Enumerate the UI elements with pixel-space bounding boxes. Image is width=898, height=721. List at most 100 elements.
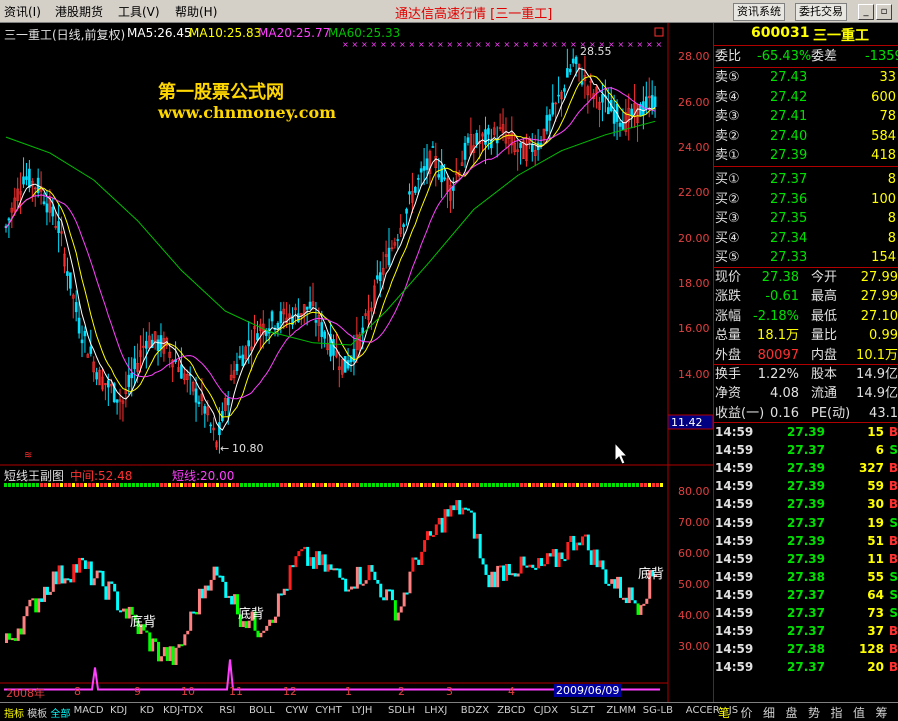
tab-macd[interactable]: MACD xyxy=(74,705,104,716)
buy-volume: 8 xyxy=(887,172,896,187)
panel-tab[interactable]: 值 xyxy=(853,704,865,721)
time-label: 1 xyxy=(345,685,352,698)
buy-row[interactable]: 买④ 27.34 8 xyxy=(713,229,898,248)
oscillator-bar xyxy=(320,554,324,566)
panel-tab[interactable]: 势 xyxy=(808,704,820,721)
tab-指标[interactable]: 指标 xyxy=(4,705,24,720)
tab-cyw[interactable]: CYW xyxy=(285,705,308,716)
tick-direction: S xyxy=(889,569,898,584)
candle-body xyxy=(630,108,633,117)
oscillator-bar xyxy=(121,608,125,612)
buy-row[interactable]: 买② 27.36 100 xyxy=(713,190,898,209)
oscillator-bar xyxy=(578,542,582,546)
trend-dot xyxy=(472,483,475,487)
oscillator-bar xyxy=(309,557,313,566)
panel-tab[interactable]: 笔 xyxy=(718,704,730,721)
signal-marker: × xyxy=(523,40,530,49)
tab-accer[interactable]: ACCER xyxy=(686,705,720,716)
restore-icon[interactable]: ▫ xyxy=(876,4,892,20)
tab-模板[interactable]: 模板 xyxy=(27,705,47,720)
trend-dot xyxy=(516,483,519,487)
candle-body xyxy=(571,58,575,64)
tab-lhxj[interactable]: LHXJ xyxy=(424,705,447,716)
tab-cjdx[interactable]: CJDX xyxy=(534,705,558,716)
candle-body xyxy=(323,331,326,339)
sell-row[interactable]: 卖① 27.39 418 xyxy=(713,146,898,165)
oscillator-bar xyxy=(440,517,444,533)
tab-bdzx[interactable]: BDZX xyxy=(461,705,489,716)
trend-dot xyxy=(252,483,255,487)
tab-sg-lb[interactable]: SG-LB xyxy=(643,705,673,716)
tick-direction: B xyxy=(888,533,898,548)
stat-value: 0.99 xyxy=(869,328,898,344)
stat-row: 现价 27.38 今开 27.99 xyxy=(713,268,898,287)
tab-kd[interactable]: KD xyxy=(140,705,154,716)
tab-cyht[interactable]: CYHT xyxy=(315,705,342,716)
tab-lyjh[interactable]: LYJH xyxy=(352,705,373,716)
sub-y-tick: 60.00 xyxy=(678,547,710,560)
stat-value: -2.18% xyxy=(753,308,799,324)
candle-body xyxy=(343,356,347,373)
tab-zbcd[interactable]: ZBCD xyxy=(497,705,525,716)
chart-area[interactable]: × × × × × × × × × × × × × × × × × × × × × × × × × × × × × × × × × × ≋ 三一重… xyxy=(0,23,713,703)
quote-panel: 600031 三一重工 委比 -65.43% 委差 -1359 卖⑤ 27.43 3… xyxy=(713,23,898,703)
tab-slzt[interactable]: SLZT xyxy=(570,705,595,716)
tab-kdj[interactable]: KDJ xyxy=(110,705,127,716)
sell-row[interactable]: 卖② 27.40 584 xyxy=(713,127,898,146)
trend-dot xyxy=(536,483,539,487)
oscillator-bar xyxy=(34,598,38,613)
panel-tab[interactable]: 盘 xyxy=(786,704,798,721)
oscillator-bar xyxy=(101,570,105,587)
signal-marker: × xyxy=(428,40,435,49)
tab-boll[interactable]: BOLL xyxy=(249,705,275,716)
sell-label: 卖③ xyxy=(715,109,740,125)
oscillator-bar xyxy=(273,616,277,623)
oscillator-bar xyxy=(616,576,620,589)
candle-body xyxy=(238,355,242,359)
candle-body xyxy=(247,340,250,347)
minimize-icon[interactable]: _ xyxy=(858,4,874,20)
oscillator-bar xyxy=(45,586,49,595)
stat-label: 总量 xyxy=(715,328,742,344)
trade-button[interactable]: 委托交易 xyxy=(795,3,847,21)
tab-sdlh[interactable]: SDLH xyxy=(388,705,415,716)
oscillator-bar xyxy=(531,564,535,568)
menu-tools[interactable]: 工具(V) xyxy=(118,3,160,20)
tab-js[interactable]: JS xyxy=(729,705,738,716)
sell-row[interactable]: 卖⑤ 27.43 33 xyxy=(713,68,898,87)
panel-tab[interactable]: 筹 xyxy=(876,704,888,721)
menu-hk-futures[interactable]: 港股期货 xyxy=(55,3,103,20)
candle-body xyxy=(557,94,560,97)
sell-row[interactable]: 卖③ 27.41 78 xyxy=(713,107,898,126)
oscillator-bar xyxy=(168,646,172,662)
buy-row[interactable]: 买⑤ 27.33 154 xyxy=(713,248,898,267)
panel-tab[interactable]: 指 xyxy=(831,704,843,721)
menu-info[interactable]: 资讯(I) xyxy=(4,3,41,20)
trend-dot xyxy=(440,483,443,487)
chart-canvas[interactable]: × × × × × × × × × × × × × × × × × × × × × × × × × × × × × × × × × × ≋ xyxy=(0,23,713,703)
oscillator-bar xyxy=(95,570,99,579)
sell-row[interactable]: 卖④ 27.42 600 xyxy=(713,88,898,107)
candle-body xyxy=(22,176,25,185)
oscillator-bar xyxy=(165,647,169,662)
time-label: 9 xyxy=(134,685,141,698)
menu-help[interactable]: 帮助(H) xyxy=(175,3,217,20)
buy-row[interactable]: 买③ 27.35 8 xyxy=(713,209,898,228)
tab-kdj-tdx[interactable]: KDJ-TDX xyxy=(163,705,203,716)
tab-zlmm[interactable]: ZLMM xyxy=(606,705,636,716)
oscillator-bar xyxy=(294,556,298,568)
panel-tab[interactable]: 价 xyxy=(741,704,753,721)
panel-tab[interactable]: 细 xyxy=(763,704,775,721)
oscillator-bar xyxy=(586,534,590,551)
trend-dot xyxy=(580,483,583,487)
tick-price: 27.37 xyxy=(787,443,825,458)
tab-rsi[interactable]: RSI xyxy=(219,705,235,716)
tab-全部[interactable]: 全部 xyxy=(50,705,70,720)
trend-dot xyxy=(152,483,155,487)
oscillator-bar xyxy=(10,638,14,641)
trend-dot xyxy=(132,483,135,487)
buy-row[interactable]: 买① 27.37 8 xyxy=(713,170,898,189)
ma5-label: MA5:26.45 xyxy=(127,26,192,40)
stat-label: 外盘 xyxy=(715,347,742,363)
news-system-button[interactable]: 资讯系统 xyxy=(733,3,785,21)
